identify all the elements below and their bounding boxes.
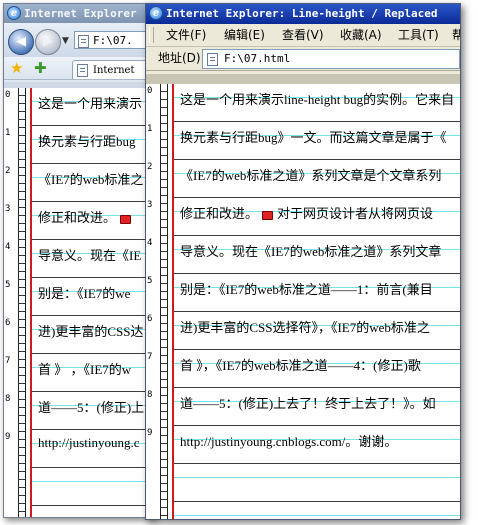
menu-file[interactable]: 文件(F) [166, 24, 206, 46]
ruler-number: 1 [147, 124, 153, 134]
text-line: 道——5：(修正)上去了！终于上去了！》。如 [180, 396, 436, 411]
favorites-star-icon[interactable]: ★ [10, 59, 23, 77]
menu-edit[interactable]: 编辑(E) [224, 24, 265, 46]
background-ie7-window: e Internet Explorer ◀ ▶ ▼ F:\07. ★ ✚ Int… [3, 3, 155, 518]
text-line: 修正和改进。 对于网页设计者从将网页设 [180, 206, 434, 221]
ruler-number: 1 [5, 128, 11, 138]
back-page-content: 0 1 2 3 4 5 6 7 8 9 这是一个用来演示 换元素与行距bug 《… [4, 82, 154, 517]
back-address-field[interactable]: F:\07. [74, 31, 154, 49]
text-line: 换元素与行距bug》一文。而这篇文章是属于《 [180, 130, 447, 145]
chevron-down-icon[interactable]: ▼ [62, 36, 69, 46]
menu-help[interactable]: 帮 [452, 24, 460, 46]
front-page-content: 0 1 2 3 4 5 6 7 8 9 这是一个用来演示line-height … [146, 74, 460, 519]
address-input[interactable]: F:\07.html [202, 49, 460, 69]
text-line: 这是一个用来演示line-height bug的实例。它来自 [180, 92, 455, 107]
menu-favorites[interactable]: 收藏(A) [340, 24, 382, 46]
text-line: 进)更丰富的CSS达 [38, 324, 144, 339]
page-icon [78, 35, 89, 48]
favorites-bar: ★ ✚ Internet [4, 57, 154, 80]
menu-bar: 文件(F) 编辑(E) 查看(V) 收藏(A) 工具(T) 帮 [146, 24, 460, 47]
ruler-number: 9 [5, 432, 11, 442]
ruler [18, 88, 26, 517]
front-window-title: Internet Explorer: Line-height / Replace… [166, 7, 438, 20]
add-favorite-icon[interactable]: ✚ [34, 59, 47, 77]
text-line: 《IE7的web标准之道》系列文章是个文章系列 [180, 168, 442, 183]
page-icon [207, 53, 218, 66]
red-margin-line [30, 88, 32, 517]
ruler-number: 0 [5, 90, 11, 100]
front-text-rows: 这是一个用来演示line-height bug的实例。它来自 换元素与行距bug… [180, 84, 460, 464]
text-line: http://justinyoung.cnblogs.com/。谢谢。 [180, 434, 398, 449]
ruler-number: 5 [5, 280, 11, 290]
forward-button[interactable]: ▶ [35, 29, 61, 55]
text-line: 别是：《IE7的we [38, 286, 131, 301]
text-line: 这是一个用来演示 [38, 96, 143, 111]
text-line: 别是：《IE7的web标准之道——1：前言(兼目 [180, 282, 433, 297]
text-line: 换元素与行距bug [38, 134, 136, 149]
ruler-number: 2 [147, 162, 153, 172]
text-line: 首 》，《IE7的web标准之道——4：(修正)歌 [180, 358, 421, 373]
address-bar: 地址(D) F:\07.html [146, 47, 460, 71]
back-address-value: F:\07. [93, 34, 133, 47]
back-window-titlebar[interactable]: e Internet Explorer [4, 4, 154, 23]
ruler-number: 6 [5, 318, 11, 328]
back-button[interactable]: ◀ [8, 29, 34, 55]
ruler-number: 7 [5, 356, 11, 366]
ruler-number: 3 [5, 204, 11, 214]
front-window-titlebar[interactable]: e Internet Explorer: Line-height / Repla… [146, 4, 460, 24]
ruler-number: 4 [147, 238, 153, 248]
ruler-number: 4 [5, 242, 11, 252]
text-line: 修正和改进。 [38, 202, 154, 240]
toolbar-grip[interactable] [149, 27, 154, 43]
address-value: F:\07.html [224, 52, 291, 65]
tab-label: Internet [93, 65, 135, 76]
back-navigation-bar: ◀ ▶ ▼ F:\07. [4, 23, 154, 57]
back-text-rows: 这是一个用来演示 换元素与行距bug 《IE7的web标准之 修正和改进。 导意… [38, 88, 154, 468]
replaced-image-icon [120, 214, 132, 224]
text-line: 导意义。现在《IE7的web标准之道》系列文章 [180, 244, 442, 259]
ruler-number: 8 [5, 394, 11, 404]
ruler-number: 3 [147, 200, 153, 210]
text-line: 导意义。现在《IE [38, 248, 142, 263]
ruler-number: 7 [147, 352, 153, 362]
ie-icon: e [7, 6, 21, 20]
ruler-number: 5 [147, 276, 153, 286]
ie-icon: e [149, 6, 163, 20]
menu-view[interactable]: 查看(V) [282, 24, 324, 46]
address-label: 地址(D) [158, 51, 201, 65]
ruler-number: 2 [5, 166, 11, 176]
text-line: 道——5：(修正)上 [38, 400, 145, 415]
menu-tools[interactable]: 工具(T) [398, 24, 439, 46]
red-margin-line [172, 84, 174, 519]
ruler-number: 8 [147, 390, 153, 400]
ruler [160, 84, 168, 519]
ruler-number: 6 [147, 314, 153, 324]
text-line: http://justinyoung.c [38, 435, 140, 450]
ruler-number: 9 [147, 428, 153, 438]
ruler-number: 0 [147, 86, 153, 96]
foreground-ie6-window: e Internet Explorer: Line-height / Repla… [145, 3, 461, 520]
browser-tab[interactable]: Internet [72, 60, 154, 79]
back-window-title: Internet Explorer [24, 7, 137, 20]
text-line: 进)更丰富的CSS选择符》，《IE7的web标准之 [180, 320, 430, 335]
page-icon [77, 64, 88, 77]
text-line: 首 》 ，《IE7的w [38, 362, 132, 377]
replaced-image-icon [262, 210, 274, 220]
text-line: 《IE7的web标准之 [38, 172, 144, 187]
